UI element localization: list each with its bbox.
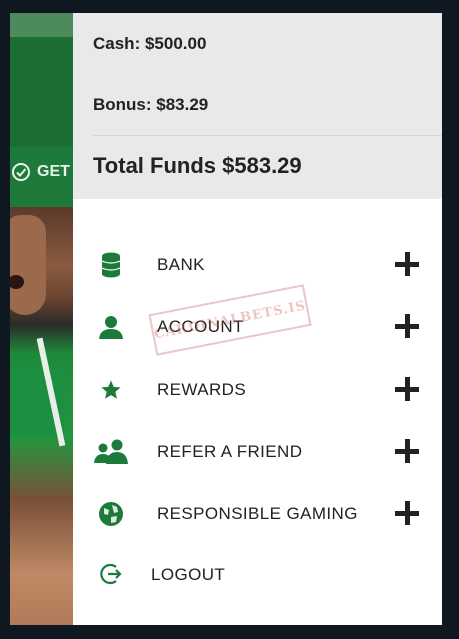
plus-icon[interactable] [393,312,421,340]
menu-item-label: REFER A FRIEND [157,442,303,461]
app-frame: GET Cash: $500.00 Bonus: $83.29 Total Fu… [10,13,442,625]
plus-icon[interactable] [393,250,421,278]
menu-item-label: REWARDS [157,380,247,399]
users-icon [93,439,129,465]
plus-icon[interactable] [393,375,421,403]
menu-item-refer-a-friend[interactable]: REFER A FRIEND [73,431,442,471]
cash-balance: Cash: $500.00 [93,34,207,53]
athlete-head [10,215,46,315]
bonus-balance: Bonus: $83.29 [93,95,209,114]
menu-item-label: RESPONSIBLE GAMING [157,504,358,523]
logout-button[interactable]: LOGOUT [73,554,442,594]
background-get-label: GET [37,163,70,180]
coins-stack-icon [98,252,124,278]
background-get-button[interactable]: GET [10,147,73,197]
total-funds: Total Funds $583.29 [93,153,302,178]
menu-item-bank[interactable]: BANK [73,244,442,284]
logout-label: LOGOUT [151,565,226,584]
funds-divider [93,135,442,136]
user-icon [98,314,124,340]
background-athlete-photo [10,207,73,625]
background-app-panel: GET [10,13,73,625]
logout-icon [100,562,124,586]
check-circle-icon [12,163,30,181]
plus-icon[interactable] [393,437,421,465]
menu-item-rewards[interactable]: REWARDS [73,369,442,409]
plus-icon[interactable] [393,499,421,527]
menu-item-responsible-gaming[interactable]: RESPONSIBLE GAMING [73,493,442,533]
menu-item-label: BANK [157,255,205,274]
globe-icon [98,501,124,527]
funds-summary: Cash: $500.00 Bonus: $83.29 Total Funds … [73,13,442,199]
background-header-strip [10,13,73,37]
star-icon [98,377,124,403]
background-banner [10,37,73,147]
